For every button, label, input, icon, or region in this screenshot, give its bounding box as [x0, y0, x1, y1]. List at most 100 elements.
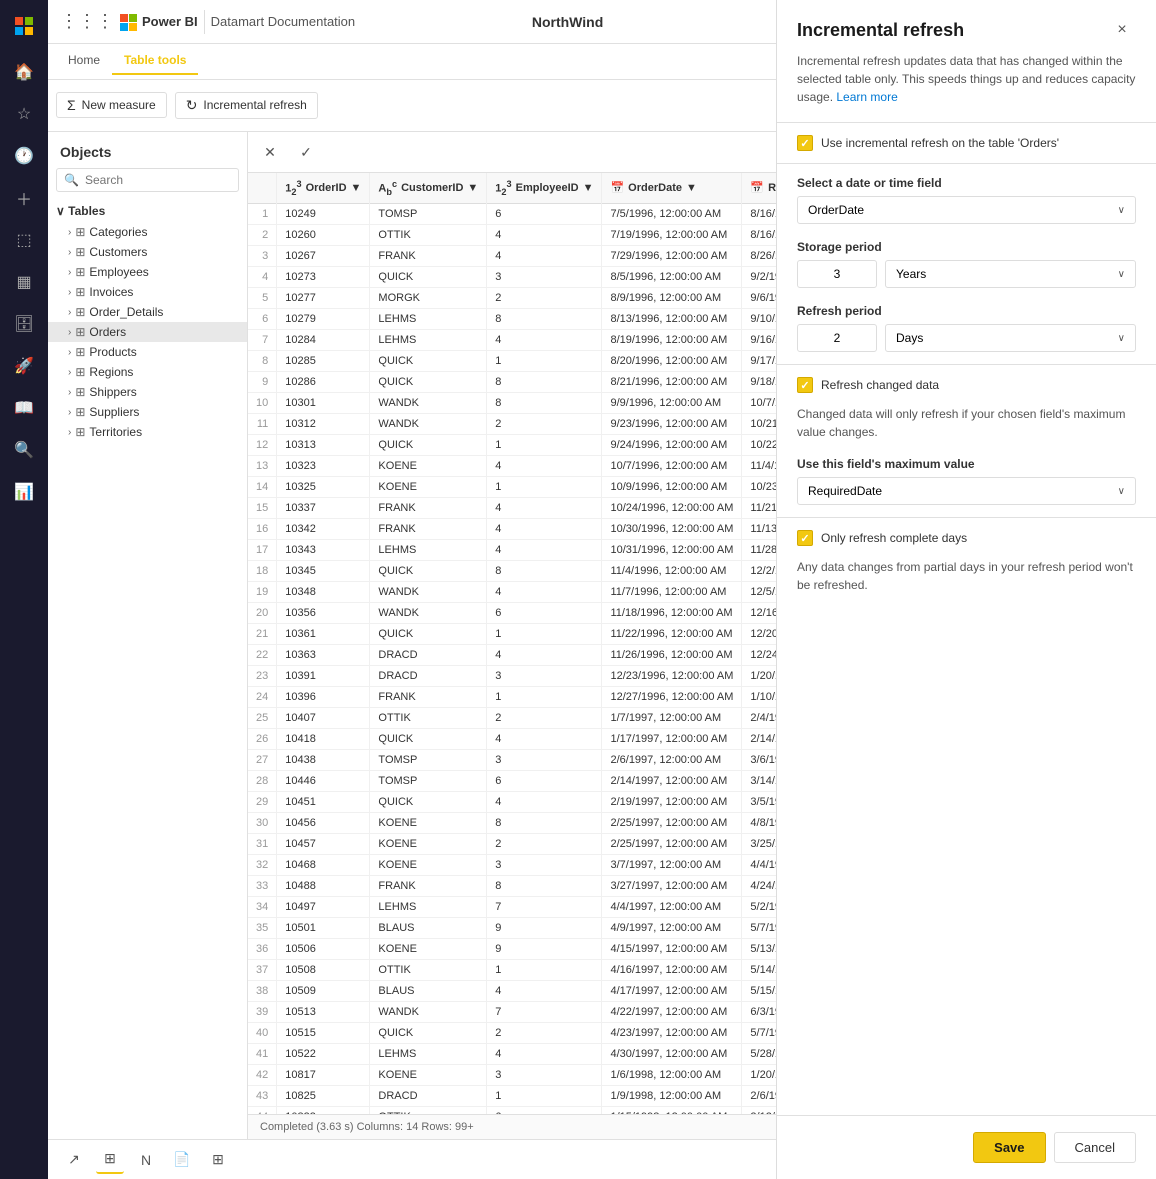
table-cell: 2 [487, 287, 602, 308]
chevron-icon: › [68, 267, 71, 278]
table-header-row: 123 OrderID ▼ Abc CustomerID ▼ [248, 173, 776, 203]
database-icon[interactable]: 🗄 [6, 306, 42, 342]
use-incremental-checkbox[interactable] [797, 135, 813, 151]
learn-more-link[interactable]: Learn more [836, 90, 897, 104]
table-row: 2410396FRANK112/27/1996, 12:00:00 AM1/10… [248, 686, 776, 707]
analytics-icon[interactable]: 📊 [6, 474, 42, 510]
table-toolbar: ✕ ✓ [248, 132, 776, 173]
star-icon[interactable]: ☆ [6, 96, 42, 132]
model-view-icon[interactable]: N [132, 1146, 160, 1174]
topbar-divider [204, 10, 205, 34]
book-icon[interactable]: 📖 [6, 390, 42, 426]
col-filter-icon[interactable]: ▼ [351, 182, 362, 194]
table-label: Order_Details [89, 305, 163, 319]
new-measure-button[interactable]: Σ New measure [56, 92, 167, 118]
tree-item-categories[interactable]: › ⊞ Categories [48, 222, 247, 242]
tree-item-territories[interactable]: › ⊞ Territories [48, 422, 247, 442]
table-cell: 12/23/1996, 12:00:00 AM [602, 665, 742, 686]
tree-item-customers[interactable]: › ⊞ Customers [48, 242, 247, 262]
refresh-period-unit-dropdown[interactable]: Days ∨ [885, 324, 1136, 352]
tree-item-order-details[interactable]: › ⊞ Order_Details [48, 302, 247, 322]
layer-icon[interactable]: ⬚ [6, 222, 42, 258]
table-row: 1310323KOENE410/7/1996, 12:00:00 AM11/4/… [248, 455, 776, 476]
col-customerid[interactable]: Abc CustomerID ▼ [370, 173, 487, 203]
incremental-refresh-button[interactable]: ↻ Incremental refresh [175, 92, 318, 119]
table-cell: 4/4/1997, 12:00:00 AM [602, 896, 742, 917]
tree-item-suppliers[interactable]: › ⊞ Suppliers [48, 402, 247, 422]
tab-home[interactable]: Home [56, 47, 112, 75]
table-cell: 2/6/1997, 12:00:00 AM [602, 749, 742, 770]
export-icon[interactable]: ↗ [60, 1146, 88, 1174]
row-number: 5 [248, 287, 277, 308]
tree-item-invoices[interactable]: › ⊞ Invoices [48, 282, 247, 302]
chevron-down-icon: ∨ [1118, 486, 1125, 497]
table-cell: 10833 [277, 1106, 370, 1114]
max-value-dropdown[interactable]: RequiredDate ∨ [797, 477, 1136, 505]
col-filter-icon[interactable]: ▼ [686, 182, 697, 194]
refresh-period-input[interactable] [797, 324, 877, 352]
row-number: 31 [248, 833, 277, 854]
table-row: 3610506KOENE94/15/1997, 12:00:00 AM5/13/… [248, 938, 776, 959]
cancel-edit-icon[interactable]: ✕ [256, 138, 284, 166]
search-circle-icon[interactable]: 🔍 [6, 432, 42, 468]
dax-view-icon[interactable]: ⊞ [204, 1146, 232, 1174]
app-waffle-icon[interactable]: ⋮⋮⋮ [60, 11, 114, 32]
table-cell: KOENE [370, 812, 487, 833]
waffle-icon[interactable] [6, 8, 42, 44]
tree-item-orders[interactable]: › ⊞ Orders [48, 322, 247, 342]
tree-item-employees[interactable]: › ⊞ Employees [48, 262, 247, 282]
table-view-icon[interactable]: ⊞ [96, 1146, 124, 1174]
document-title: Datamart Documentation [211, 14, 356, 29]
tree-item-products[interactable]: › ⊞ Products [48, 342, 247, 362]
refresh-period-section: Refresh period Days ∨ [777, 296, 1156, 360]
table-cell: 2 [487, 413, 602, 434]
panel-close-button[interactable]: × [1108, 16, 1136, 44]
col-filter-icon[interactable]: ▼ [467, 182, 478, 194]
panel-header: Incremental refresh × [777, 0, 1156, 52]
panel-description: Incremental refresh updates data that ha… [777, 52, 1156, 118]
refresh-changed-checkbox[interactable] [797, 377, 813, 393]
date-field-dropdown[interactable]: OrderDate ∨ [797, 196, 1136, 224]
table-row: 2510407OTTIK21/7/1997, 12:00:00 AM2/4/19… [248, 707, 776, 728]
col-filter-icon[interactable]: ▼ [583, 182, 594, 194]
table-wrapper[interactable]: 123 OrderID ▼ Abc CustomerID ▼ [248, 173, 776, 1114]
confirm-edit-icon[interactable]: ✓ [292, 138, 320, 166]
col-orderid[interactable]: 123 OrderID ▼ [277, 173, 370, 203]
table-cell: 1 [487, 434, 602, 455]
table-cell: 3/5/1997, 12:00:00 AM [742, 791, 776, 812]
clock-icon[interactable]: 🕐 [6, 138, 42, 174]
save-button[interactable]: Save [973, 1132, 1045, 1163]
table-cell: 8 [487, 371, 602, 392]
table-cell: 9/9/1996, 12:00:00 AM [602, 392, 742, 413]
row-number: 41 [248, 1043, 277, 1064]
tree-item-regions[interactable]: › ⊞ Regions [48, 362, 247, 382]
rocket-icon[interactable]: 🚀 [6, 348, 42, 384]
row-number: 21 [248, 623, 277, 644]
plus-icon[interactable]: ＋ [6, 180, 42, 216]
storage-period-row: Years ∨ [797, 260, 1136, 288]
table-cell: KOENE [370, 854, 487, 875]
home-icon[interactable]: 🏠 [6, 54, 42, 90]
report-view-icon[interactable]: 📄 [168, 1146, 196, 1174]
cancel-button[interactable]: Cancel [1054, 1132, 1136, 1163]
row-number: 30 [248, 812, 277, 833]
max-value-section: Use this field's maximum value RequiredD… [777, 449, 1156, 513]
col-requireddate[interactable]: 📅 RequiredDate ▼ [742, 173, 776, 203]
row-number: 32 [248, 854, 277, 875]
refresh-period-row: Days ∨ [797, 324, 1136, 352]
table-cell: WANDK [370, 602, 487, 623]
chart-icon[interactable]: ▦ [6, 264, 42, 300]
search-icon: 🔍 [64, 173, 79, 187]
tab-table-tools[interactable]: Table tools [112, 47, 198, 75]
incremental-refresh-panel: Incremental refresh × Incremental refres… [776, 0, 1156, 1179]
col-employeeid[interactable]: 123 EmployeeID ▼ [487, 173, 602, 203]
storage-period-input[interactable] [797, 260, 877, 288]
col-orderdate[interactable]: 📅 OrderDate ▼ [602, 173, 742, 203]
search-input[interactable] [56, 168, 239, 192]
storage-period-unit-dropdown[interactable]: Years ∨ [885, 260, 1136, 288]
table-cell: TOMSP [370, 749, 487, 770]
complete-days-checkbox[interactable] [797, 530, 813, 546]
table-cell: 10508 [277, 959, 370, 980]
tree-item-shippers[interactable]: › ⊞ Shippers [48, 382, 247, 402]
table-cell: MORGK [370, 287, 487, 308]
